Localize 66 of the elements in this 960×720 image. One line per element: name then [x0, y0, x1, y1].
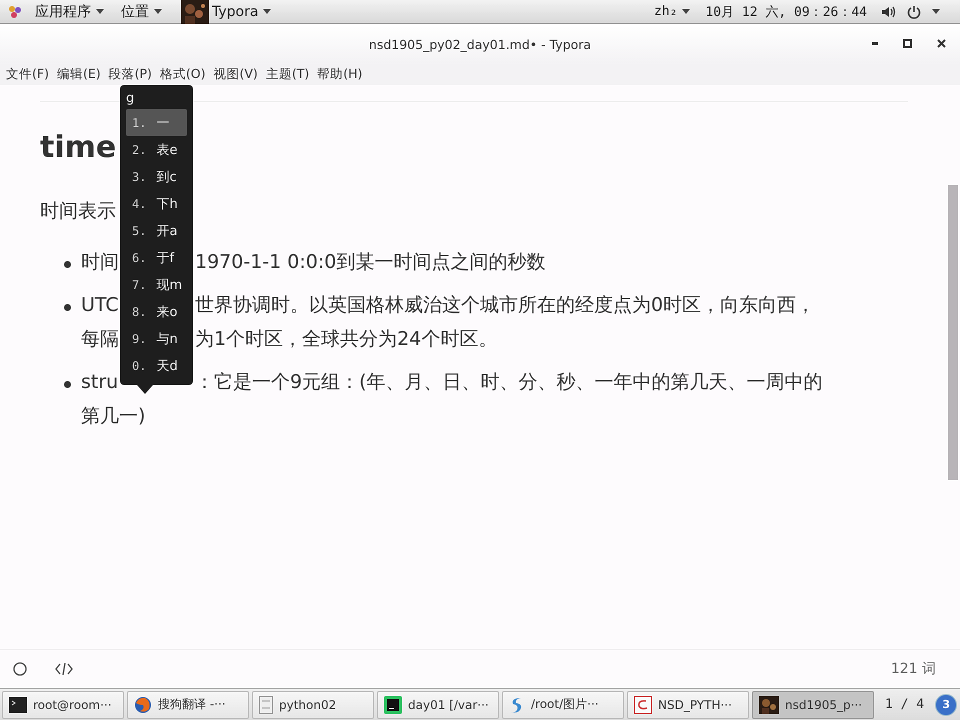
menu-item[interactable]: 段落(P)	[104, 66, 156, 83]
list-text: 为1个时区，全球共分为24个时区。	[195, 327, 498, 352]
taskbar-item[interactable]: /root/图片···	[502, 690, 624, 718]
bullet-icon	[64, 381, 71, 388]
terminal-icon	[9, 696, 27, 712]
menu-item[interactable]: 文件(F)	[2, 66, 53, 83]
candidate-item[interactable]: 9. 与n	[126, 325, 187, 352]
list-text: ：它是一个9元组：(年、月、日、时、分、秒、一年中的第几天、一周中的	[195, 370, 823, 395]
scrollbar[interactable]	[948, 185, 958, 480]
paragraph: 时间表示	[40, 200, 116, 222]
clock[interactable]: 10月 12 六, 09：26：44	[705, 2, 867, 20]
menu-item[interactable]: 视图(V)	[210, 66, 262, 83]
candidate-item[interactable]: 0. 天d	[126, 352, 187, 379]
caret-icon	[96, 9, 104, 14]
caret-icon	[932, 9, 940, 14]
places-menu[interactable]: 位置	[119, 2, 149, 20]
caret-icon	[154, 9, 162, 14]
candidate-item[interactable]: 5. 开a	[126, 217, 187, 244]
code-icon[interactable]	[55, 663, 73, 675]
taskbar-item[interactable]: NSD_PYTH···	[627, 690, 749, 718]
candidate-item[interactable]: 4. 下h	[126, 190, 187, 217]
word-count: 121 词	[890, 660, 936, 678]
list-text: 每隔	[81, 327, 119, 352]
volume-icon[interactable]	[882, 6, 896, 18]
menu-item[interactable]: 主题(T)	[262, 66, 314, 83]
window-title: nsd1905_py02_day01.md• - Typora	[368, 36, 592, 52]
cabinet-icon	[259, 696, 273, 714]
list-text: UTC	[81, 294, 119, 316]
menu-item[interactable]: 编辑(E)	[52, 66, 105, 83]
input-method-menu[interactable]: zh₂	[652, 4, 678, 19]
ime-input-text: g	[126, 91, 134, 106]
list-text: 第几一)	[81, 405, 146, 427]
notification-badge[interactable]: 3	[935, 694, 958, 716]
list-text: 世界协调时。以英国格林威治这个城市所在的经度点为0时区，向东向西，	[195, 293, 816, 318]
candidate-item[interactable]: 7. 现m	[126, 271, 187, 298]
list-text: 时间	[81, 250, 119, 275]
menu-item[interactable]: 帮助(H)	[313, 66, 366, 83]
ide-icon	[384, 696, 402, 714]
taskbar-item[interactable]: nsd1905_p···	[752, 690, 874, 718]
caret-icon	[682, 9, 690, 14]
editor-icon	[634, 696, 652, 714]
heading: time	[40, 130, 116, 165]
apps-menu[interactable]: 应用程序	[33, 2, 91, 20]
power-icon[interactable]	[907, 4, 921, 18]
workspace-indicator[interactable]: 1 / 4	[885, 697, 924, 712]
active-app-menu[interactable]: Typora	[210, 4, 258, 20]
taskbar-item[interactable]: root@room···	[2, 690, 124, 718]
globe-icon	[134, 696, 152, 714]
close-icon[interactable]	[937, 39, 946, 48]
candidate-item[interactable]: 6. 于f	[126, 244, 187, 271]
candidate-item[interactable]: 3. 到c	[126, 163, 187, 190]
menu-item[interactable]: 格式(O)	[156, 66, 210, 83]
circle-icon[interactable]	[13, 662, 27, 676]
bullet-icon	[64, 304, 71, 311]
list-text: stru	[81, 371, 118, 393]
taskbar-item[interactable]: day01 [/var···	[377, 690, 499, 718]
candidate-item[interactable]: 2. 表e	[126, 136, 187, 163]
maximize-icon[interactable]	[903, 39, 912, 48]
taskbar-item[interactable]: 搜狗翻译 -···	[127, 690, 249, 718]
bullet-icon	[64, 261, 71, 268]
candidate-item[interactable]: 1. 一	[126, 109, 187, 136]
taskbar-item[interactable]: python02	[252, 690, 374, 718]
apps-logo-icon	[8, 4, 22, 18]
candidate-item[interactable]: 8. 来o	[126, 298, 187, 325]
list-text: 1970-1-1 0:0:0到某一时间点之间的秒数	[195, 250, 546, 275]
caret-icon	[263, 9, 272, 14]
